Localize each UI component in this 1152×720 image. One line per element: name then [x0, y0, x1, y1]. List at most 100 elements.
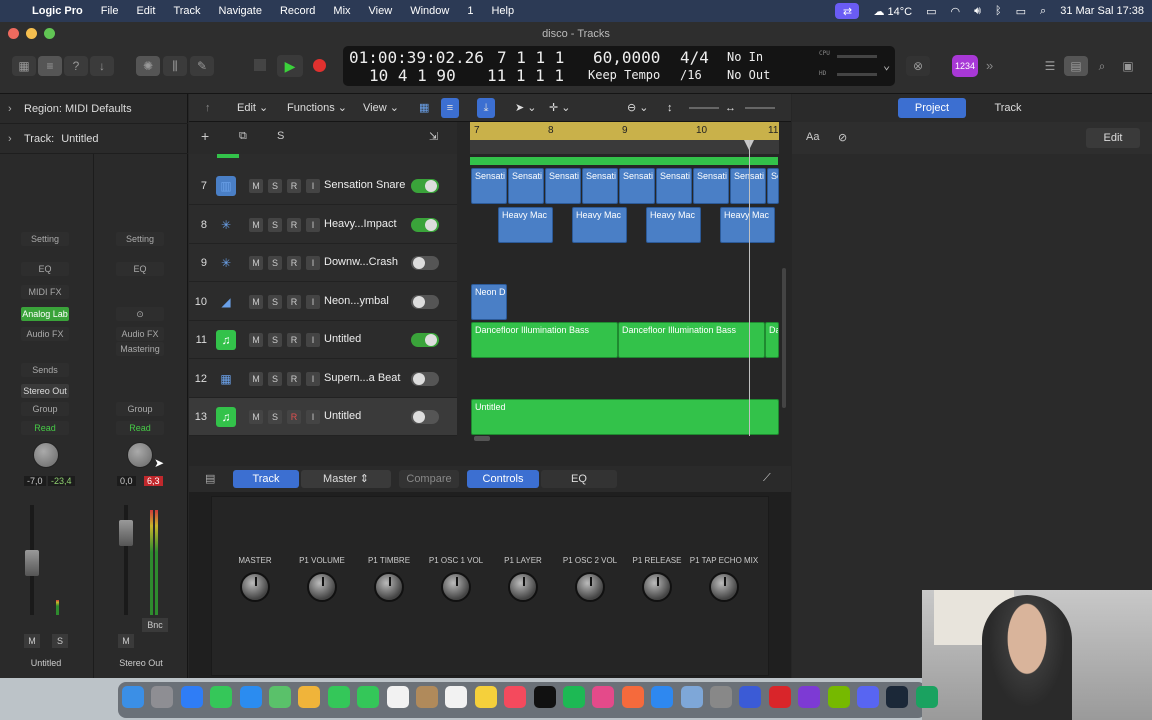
- strip1-audio-fx-button[interactable]: Audio FX: [21, 327, 69, 341]
- cymbal-icon[interactable]: ◢: [216, 292, 236, 312]
- track-alignment-icon[interactable]: ⇲: [429, 130, 438, 143]
- lcd-tempo-mode[interactable]: Keep Tempo: [588, 68, 660, 82]
- datetime[interactable]: 31 Mar Sal 17:38: [1060, 5, 1144, 17]
- track-solo-button[interactable]: S: [268, 217, 282, 232]
- grid-view-icon[interactable]: ▦: [419, 98, 429, 118]
- list-view-icon[interactable]: ≡: [441, 98, 459, 118]
- edit-menu[interactable]: Edit ⌄: [237, 98, 268, 118]
- snowflake-icon[interactable]: ✳: [216, 253, 236, 273]
- strip2-link-icon[interactable]: ⊙: [116, 307, 164, 321]
- search-icon[interactable]: ⌕: [1040, 5, 1046, 18]
- strip2-setting-button[interactable]: Setting: [116, 232, 164, 246]
- track-mute-button[interactable]: M: [249, 294, 263, 309]
- auto-map-icon[interactable]: ⟋: [763, 472, 771, 485]
- appletv-icon[interactable]: [533, 686, 556, 708]
- strip1-group-slot[interactable]: Group: [21, 402, 69, 416]
- track-record-button[interactable]: R: [287, 410, 301, 424]
- inspector-toggle-icon[interactable]: ≡: [38, 56, 62, 76]
- vpn-icon[interactable]: [739, 686, 762, 708]
- functions-menu[interactable]: Functions ⌄: [287, 98, 347, 118]
- horizontal-zoom-slider[interactable]: [745, 107, 775, 109]
- strip2-pan-knob[interactable]: [127, 442, 153, 468]
- strip1-eq-button[interactable]: EQ: [21, 262, 69, 276]
- track-input-monitor-button[interactable]: I: [306, 294, 320, 309]
- track-record-button[interactable]: R: [287, 179, 301, 193]
- track-mute-button[interactable]: M: [249, 179, 263, 193]
- strip1-instrument-slot[interactable]: Analog Lab: [21, 307, 69, 321]
- lcd-signature[interactable]: 4/4: [680, 48, 709, 67]
- browser-icon[interactable]: ▣: [1116, 56, 1140, 76]
- menu-edit[interactable]: Edit: [136, 5, 155, 17]
- minimize-window-button[interactable]: [26, 28, 37, 39]
- menu-file[interactable]: File: [101, 5, 119, 17]
- catch-icon[interactable]: ⤓: [477, 98, 495, 118]
- strip1-fader[interactable]: [25, 550, 39, 576]
- safari-icon[interactable]: [180, 686, 203, 708]
- track-on-off-switch[interactable]: [411, 371, 439, 386]
- track-solo-button[interactable]: S: [268, 179, 282, 193]
- garageband-icon[interactable]: [621, 686, 644, 708]
- horizontal-zoom-icon[interactable]: ↔: [725, 98, 736, 118]
- snare-region[interactable]: Sensati: [471, 168, 507, 204]
- tab-project[interactable]: Project: [898, 98, 966, 118]
- strip1-sends-button[interactable]: Sends: [21, 363, 69, 377]
- snare-region[interactable]: Sensati: [693, 168, 729, 204]
- strip2-fader[interactable]: [119, 520, 133, 546]
- menu-app-name[interactable]: Logic Pro: [32, 5, 83, 17]
- bar-ruler[interactable]: 7 8 9 10 11: [470, 122, 779, 140]
- track-row[interactable]: 9 ✳ M S R I Downw...Crash: [189, 244, 457, 282]
- track-name[interactable]: Supern...a Beat: [324, 372, 400, 384]
- tab-controls[interactable]: Controls: [467, 470, 539, 488]
- strip1-midi-fx-button[interactable]: MIDI FX: [21, 285, 69, 299]
- strip2-automation-mode[interactable]: Read: [116, 421, 164, 435]
- track-on-off-switch[interactable]: [411, 294, 439, 309]
- menu-navigate[interactable]: Navigate: [219, 5, 262, 17]
- bass-region[interactable]: Dancefloor Illumination Bass: [471, 322, 618, 358]
- tab-track[interactable]: Track: [233, 470, 299, 488]
- loop-browser-icon[interactable]: ⌕: [1090, 56, 1114, 76]
- track-on-off-switch[interactable]: [411, 410, 439, 424]
- track-solo-button[interactable]: S: [268, 294, 282, 309]
- track-on-off-switch[interactable]: [411, 217, 439, 232]
- track-input-monitor-button[interactable]: I: [306, 410, 320, 424]
- mail-icon[interactable]: [239, 686, 262, 708]
- editors-icon[interactable]: ✎: [190, 56, 214, 76]
- track-solo-button[interactable]: S: [268, 256, 282, 270]
- steam-icon[interactable]: [886, 686, 909, 708]
- track-on-off-switch[interactable]: [411, 179, 439, 193]
- track-row[interactable]: 11 ♫ M S R I Untitled: [189, 321, 457, 359]
- menu-1[interactable]: 1: [467, 5, 473, 17]
- snowflake-icon[interactable]: ✳: [216, 215, 236, 235]
- adobe-icon[interactable]: [768, 686, 791, 708]
- snare-region[interactable]: Sensati: [582, 168, 618, 204]
- strip1-solo-button[interactable]: S: [52, 634, 68, 648]
- track-record-button[interactable]: R: [287, 217, 301, 232]
- control-center-icon[interactable]: ⇄: [835, 3, 860, 19]
- maps-icon[interactable]: [269, 686, 291, 708]
- track-row[interactable]: 13 ♫ M S R I Untitled: [189, 398, 457, 436]
- strip2-eq-button[interactable]: EQ: [116, 262, 164, 276]
- track-name[interactable]: Neon...ymbal: [324, 295, 389, 307]
- strip1-automation-mode[interactable]: Read: [21, 421, 69, 435]
- track-inspector-header[interactable]: › Track: Untitled: [0, 124, 188, 154]
- track-mute-button[interactable]: M: [249, 333, 263, 347]
- bass-region[interactable]: Dancefloor Illumination Bass: [618, 322, 765, 358]
- smart-control-knob[interactable]: [441, 572, 471, 602]
- strip2-mastering-slot[interactable]: Mastering: [116, 342, 164, 356]
- zoom-window-button[interactable]: [44, 28, 55, 39]
- link-icon[interactable]: ⊘: [838, 131, 847, 144]
- track-solo-button[interactable]: S: [268, 371, 282, 386]
- reminders-icon[interactable]: [445, 686, 468, 708]
- smart-control-knob[interactable]: [642, 572, 672, 602]
- menu-track[interactable]: Track: [173, 5, 200, 17]
- menu-record[interactable]: Record: [280, 5, 315, 17]
- tab-eq[interactable]: EQ: [541, 470, 617, 488]
- global-solo-button[interactable]: S: [277, 130, 284, 142]
- finder-icon[interactable]: [122, 686, 144, 708]
- strip1-output-slot[interactable]: Stereo Out: [21, 384, 69, 398]
- note-icon[interactable]: ♫: [216, 407, 236, 427]
- drum-icon[interactable]: ▥: [216, 176, 236, 196]
- flex-icon[interactable]: ⊗: [906, 56, 930, 76]
- track-input-monitor-button[interactable]: I: [306, 333, 320, 347]
- track-solo-button[interactable]: S: [268, 410, 282, 424]
